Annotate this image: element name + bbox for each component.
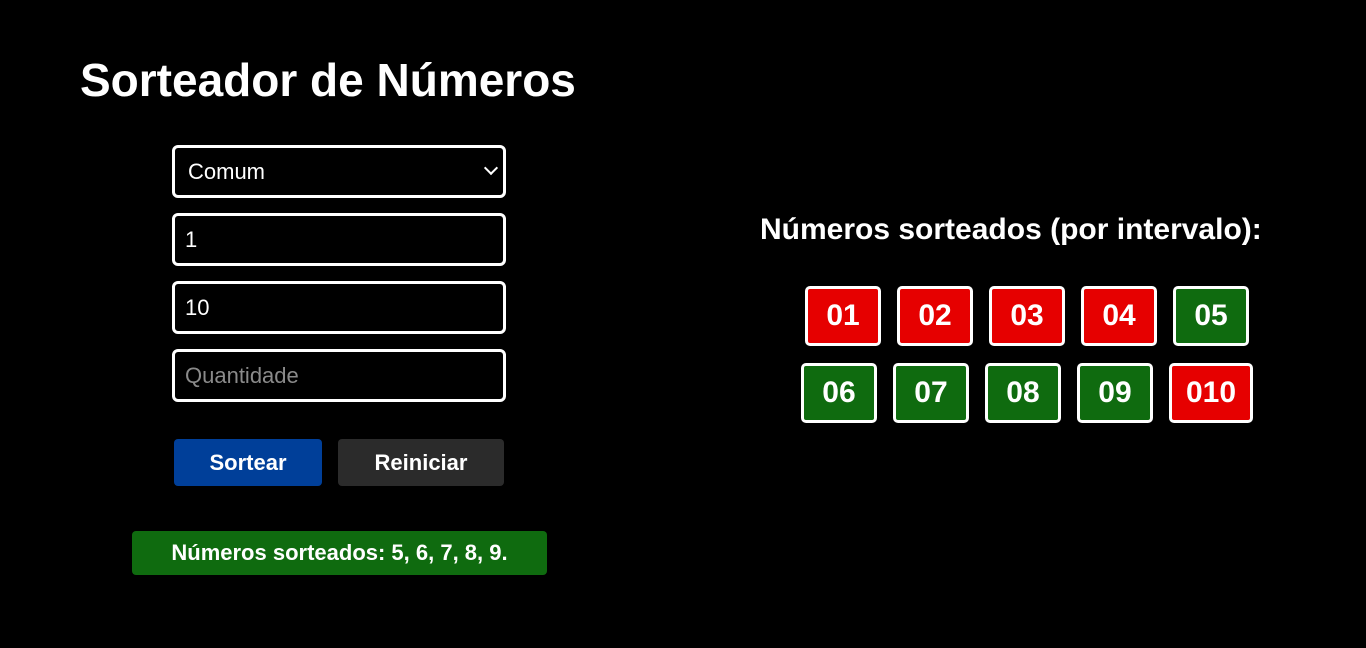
mode-select-wrapper: Comum [172, 145, 506, 198]
number-cell: 08 [984, 363, 1061, 423]
number-cell: 09 [1076, 363, 1153, 423]
draw-form: Comum [172, 145, 506, 417]
number-cell: 05 [1173, 286, 1249, 346]
number-cell: 04 [1081, 286, 1157, 346]
quantity-input[interactable] [172, 349, 506, 402]
interval-title: Números sorteados (por intervalo): [760, 213, 1262, 246]
number-grid: 01 02 03 04 05 06 07 08 09 010 [760, 286, 1294, 423]
mode-select-value: Comum [188, 158, 266, 184]
page-title: Sorteador de Números [80, 54, 576, 106]
number-cell: 06 [800, 363, 877, 423]
min-number-input[interactable] [172, 213, 506, 266]
number-cell: 02 [897, 286, 973, 346]
number-cell: 010 [1168, 363, 1254, 423]
mode-select[interactable]: Comum [172, 145, 506, 198]
draw-button[interactable]: Sortear [174, 439, 322, 486]
page: Sorteador de Números Comum Sortear Reini… [0, 0, 1366, 648]
action-buttons: Sortear Reiniciar [174, 439, 504, 486]
number-cell: 01 [805, 286, 881, 346]
result-banner: Números sorteados: 5, 6, 7, 8, 9. [132, 531, 547, 575]
number-cell: 03 [989, 286, 1065, 346]
number-cell: 07 [892, 363, 969, 423]
left-panel: Sorteador de Números Comum Sortear Reini… [0, 0, 680, 648]
max-number-input[interactable] [172, 281, 506, 334]
right-panel: Números sorteados (por intervalo): 01 02 0… [700, 0, 1366, 648]
reset-button[interactable]: Reiniciar [338, 439, 504, 486]
